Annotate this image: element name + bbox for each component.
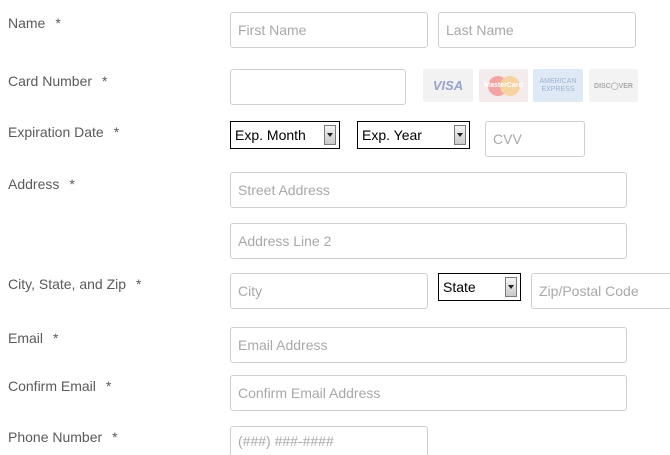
cvv-input[interactable] — [485, 121, 585, 157]
expiration-label: Expiration Date * — [8, 124, 119, 140]
address-label-text: Address — [8, 176, 60, 192]
city-state-zip-label-text: City, State, and Zip — [8, 276, 127, 292]
card-number-label-text: Card Number — [8, 73, 93, 89]
email-input[interactable] — [230, 327, 627, 363]
visa-logo-text: VISA — [432, 78, 464, 93]
exp-month-value: Exp. Month — [235, 127, 306, 143]
visa-logo-icon: VISA — [423, 69, 473, 102]
name-label-text: Name — [8, 15, 46, 31]
phone-label: Phone Number * — [8, 429, 118, 445]
address-label: Address * — [8, 176, 75, 192]
required-marker: * — [105, 378, 112, 394]
phone-label-text: Phone Number — [8, 429, 103, 445]
street-address-input[interactable] — [230, 172, 627, 208]
required-marker: * — [53, 330, 59, 346]
state-value: State — [443, 279, 476, 295]
amex-logo-icon: AMERICAN EXPRESS — [533, 69, 583, 102]
confirm-email-label-text: Confirm Email — [8, 378, 96, 394]
confirm-email-input[interactable] — [230, 375, 627, 411]
required-marker: * — [55, 15, 61, 31]
chevron-down-icon[interactable] — [505, 277, 517, 297]
exp-month-select[interactable]: Exp. Month — [230, 121, 340, 149]
state-select[interactable]: State — [438, 273, 521, 301]
city-state-zip-label: City, State, and Zip * — [8, 276, 141, 292]
confirm-email-label: Confirm Email * — [8, 378, 111, 394]
first-name-input[interactable] — [230, 12, 428, 48]
email-label: Email * — [8, 330, 58, 346]
city-input[interactable] — [230, 273, 428, 309]
email-label-text: Email — [8, 330, 44, 346]
discover-logo-text: DISC◯VER — [594, 82, 633, 90]
last-name-input[interactable] — [438, 12, 636, 48]
discover-logo-icon: DISC◯VER — [589, 69, 638, 102]
name-label: Name * — [8, 15, 61, 31]
zip-input[interactable] — [531, 273, 670, 309]
mastercard-logo-icon: MasterCard — [479, 69, 528, 102]
phone-input[interactable] — [230, 426, 428, 455]
required-marker: * — [102, 73, 108, 89]
card-number-input[interactable] — [230, 69, 406, 105]
chevron-down-icon[interactable] — [324, 125, 336, 145]
exp-year-value: Exp. Year — [362, 127, 422, 143]
card-number-label: Card Number * — [8, 73, 107, 89]
chevron-down-icon[interactable] — [454, 125, 466, 145]
required-marker: * — [112, 429, 118, 445]
mastercard-logo-text: MasterCard — [484, 82, 523, 89]
required-marker: * — [113, 124, 120, 140]
required-marker: * — [69, 176, 75, 192]
expiration-label-text: Expiration Date — [8, 124, 104, 140]
exp-year-select[interactable]: Exp. Year — [357, 121, 470, 149]
amex-logo-text-2: EXPRESS — [541, 85, 575, 93]
required-marker: * — [136, 276, 142, 292]
amex-logo-text-1: AMERICAN — [539, 77, 577, 85]
address-line-2-input[interactable] — [230, 223, 627, 259]
